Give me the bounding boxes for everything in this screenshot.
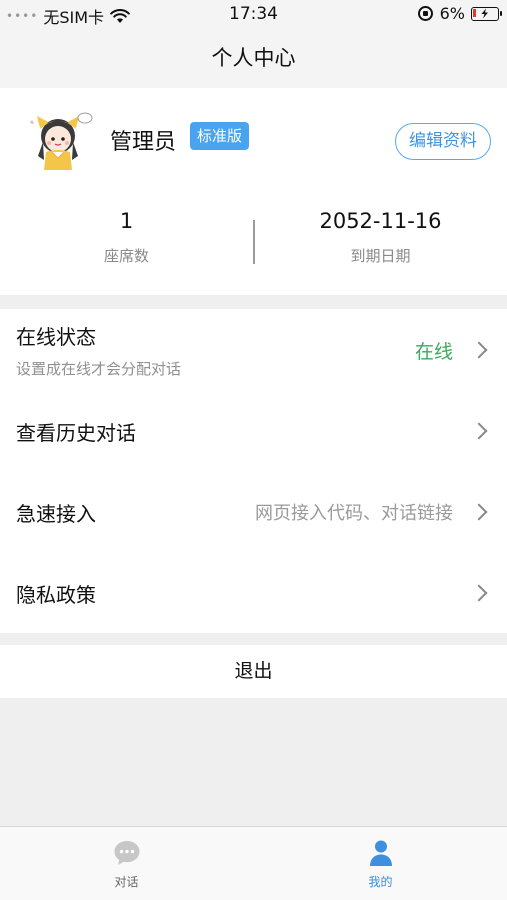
plan-badge: 标准版 — [190, 122, 250, 150]
tab-mine-label: 我的 — [368, 875, 393, 889]
online-status-title: 在线状态 — [16, 325, 96, 349]
settings-menu: 在线状态 设置成在线才会分配对话 在线 查看历史对话 急速接入 网页接入代码、对… — [0, 309, 507, 633]
quick-access-value: 网页接入代码、对话链接 — [255, 503, 453, 524]
stats-row: 1 座席数 2052-11-16 到期日期 — [0, 208, 507, 278]
page-title: 个人中心 — [0, 30, 507, 88]
online-status-value: 在线 — [414, 341, 453, 363]
battery-percent: 6% — [439, 4, 465, 23]
menu-item-chat-history[interactable]: 查看历史对话 — [0, 390, 507, 471]
tab-bar: 对话 我的 — [0, 826, 507, 900]
quick-access-title: 急速接入 — [16, 502, 96, 526]
expiry-date-label: 到期日期 — [350, 247, 411, 265]
logout-button[interactable]: 退出 — [0, 645, 507, 698]
seat-count-value: 1 — [119, 209, 134, 233]
chevron-right-icon — [470, 584, 488, 602]
tab-mine[interactable]: 我的 — [254, 827, 507, 900]
battery-icon — [471, 6, 502, 21]
chat-history-title: 查看历史对话 — [16, 421, 136, 445]
chat-bubble-icon — [114, 841, 140, 865]
privacy-policy-title: 隐私政策 — [16, 583, 96, 607]
chevron-right-icon — [470, 422, 488, 440]
profile-card: 管理员 标准版 编辑资料 1 座席数 2052-11-16 到期日期 — [0, 88, 507, 295]
menu-item-quick-access[interactable]: 急速接入 网页接入代码、对话链接 — [0, 471, 507, 552]
online-status-subtitle: 设置成在线才会分配对话 — [16, 360, 182, 378]
expiry-date-value: 2052-11-16 — [319, 209, 442, 233]
seat-count-label: 座席数 — [103, 247, 149, 265]
status-right: 6% — [417, 4, 502, 23]
user-name: 管理员 — [110, 130, 177, 155]
orientation-lock-icon — [417, 6, 433, 21]
tab-chat[interactable]: 对话 — [0, 827, 253, 900]
expiry-date-stat: 2052-11-16 到期日期 — [254, 208, 507, 266]
chevron-right-icon — [470, 503, 488, 521]
edit-profile-button[interactable]: 编辑资料 — [395, 123, 491, 160]
tab-chat-label: 对话 — [114, 875, 139, 889]
chevron-right-icon — [470, 341, 488, 359]
menu-item-privacy-policy[interactable]: 隐私政策 — [0, 552, 507, 633]
person-icon — [370, 840, 392, 866]
seat-count-stat: 1 座席数 — [0, 208, 253, 266]
status-bar: •••• 无SIM卡 17:34 6% — [0, 0, 507, 30]
avatar[interactable] — [22, 106, 94, 178]
menu-item-online-status[interactable]: 在线状态 设置成在线才会分配对话 在线 — [0, 309, 507, 390]
